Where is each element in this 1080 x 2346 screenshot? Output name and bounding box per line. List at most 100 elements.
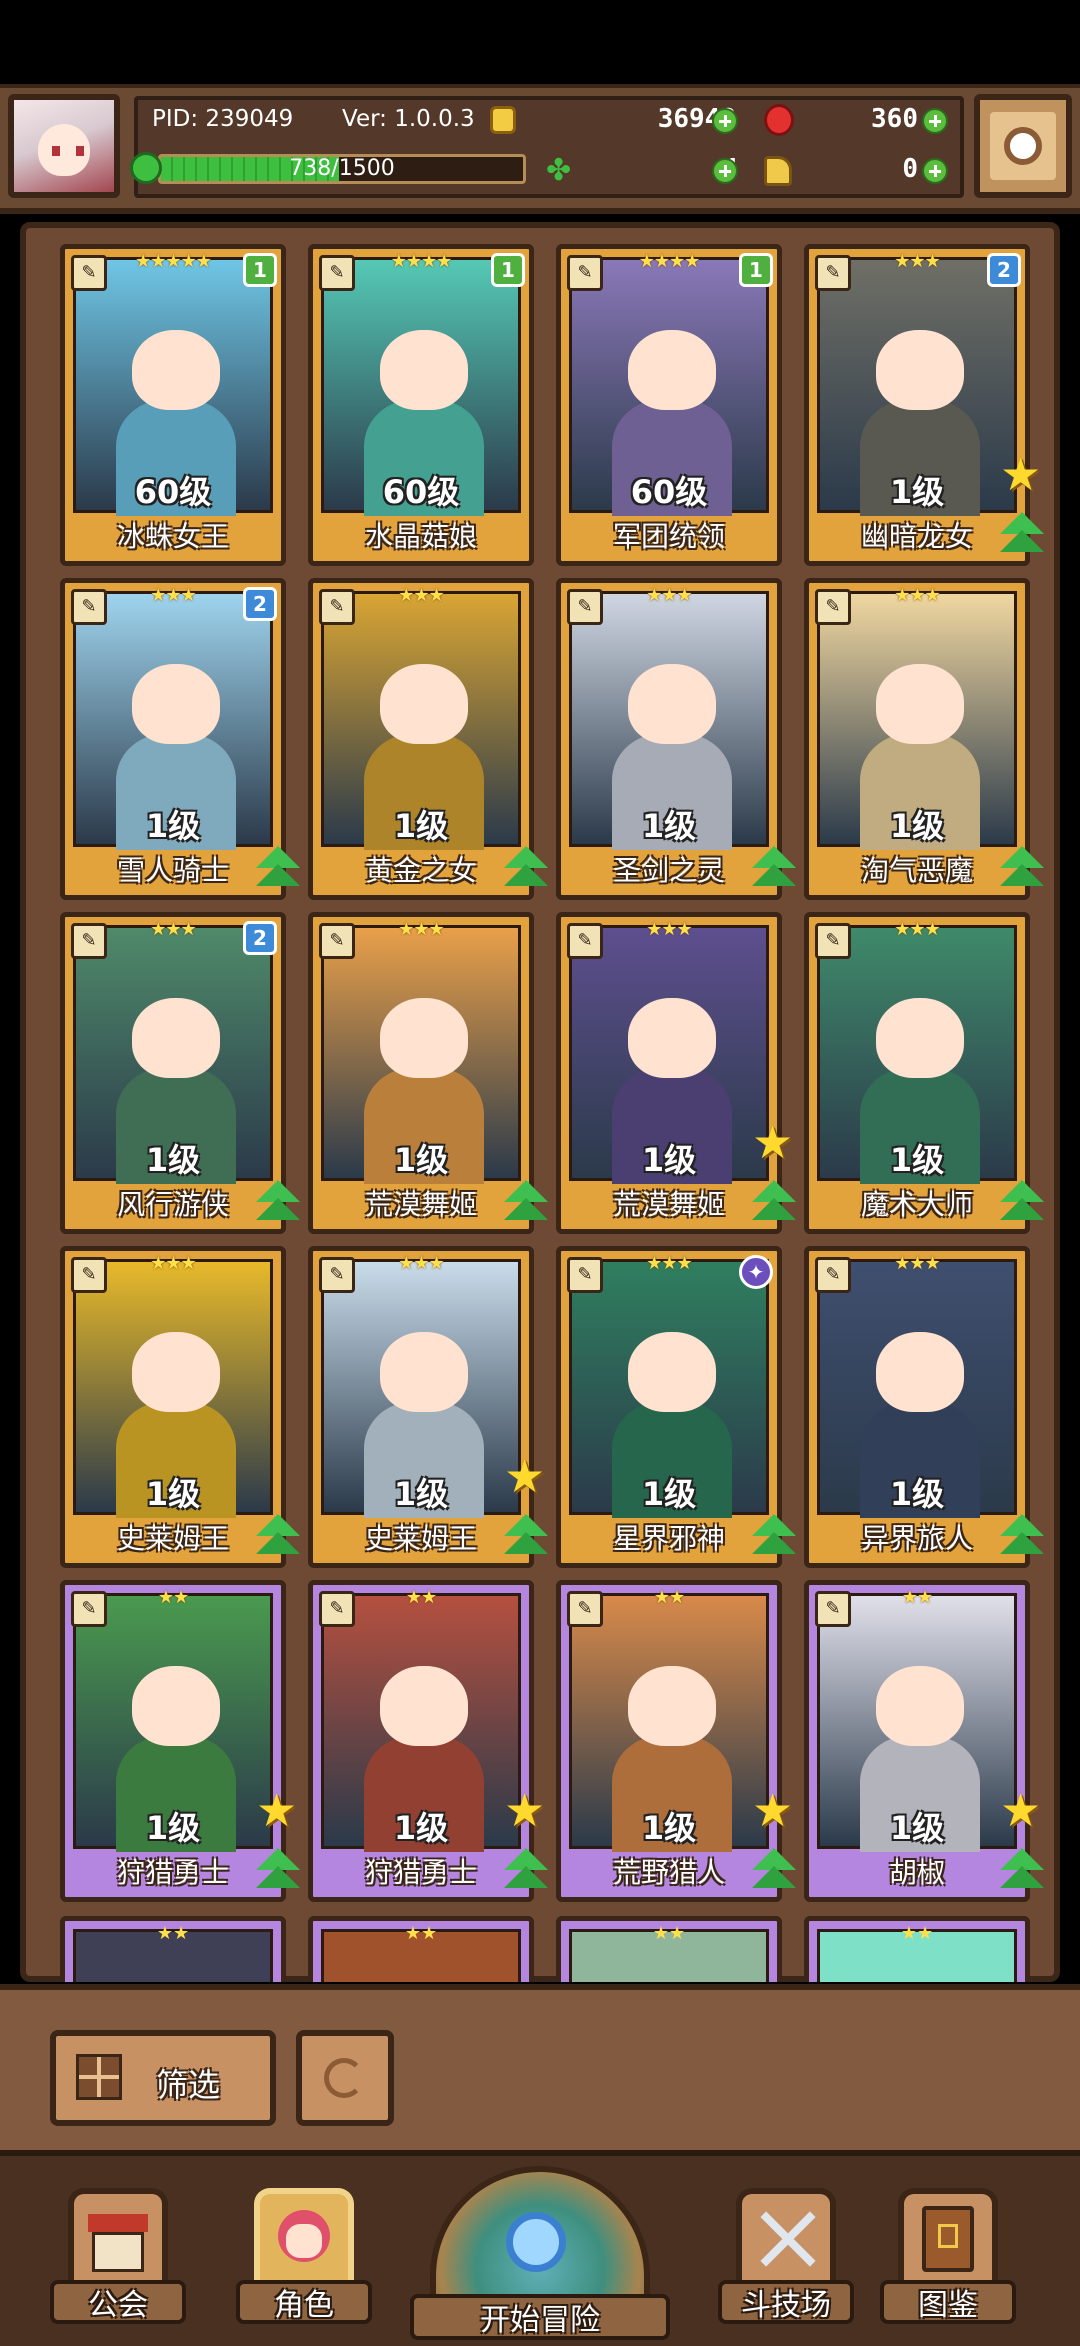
character-name: 黄金之女 (364, 854, 477, 887)
character-card[interactable]: ✎ ★★★ 2 1级 幽暗龙女 (804, 244, 1030, 566)
rarity-stars: ★★★ (398, 1253, 444, 1274)
awakening-badge: 1 (491, 253, 525, 287)
rarity-stars: ★★★ (646, 585, 692, 606)
avatar-eye (52, 146, 60, 156)
filter-button[interactable]: 筛选 (50, 2030, 276, 2126)
tab-roles-label: 角色 (236, 2280, 372, 2324)
character-card[interactable]: ✎ ★★★ 1级 淘气恶魔 (804, 578, 1030, 900)
rarity-stars: ★★ (156, 1923, 190, 1944)
rarity-stars: ★★ (157, 1587, 189, 1608)
experience-icon (130, 152, 162, 184)
experience-text: 738/1500 (289, 156, 395, 181)
upgrade-arrow-icon (1000, 1514, 1044, 1558)
character-name: 水晶菇娘 (364, 520, 477, 553)
character-name: 狩猎勇士 (116, 1856, 229, 1889)
rarity-stars: ★★★ (894, 1253, 940, 1274)
character-name: 荒漠舞姬 (364, 1188, 477, 1221)
character-level: 1级 (889, 1141, 945, 1179)
tab-roles[interactable]: 角色 (236, 2188, 372, 2328)
tab-guild[interactable]: 公会 (50, 2188, 186, 2328)
star-up-icon: ★ (1000, 447, 1042, 501)
character-level: 1级 (641, 807, 697, 845)
upgrade-arrow-icon (256, 1180, 300, 1224)
rarity-stars: ★★★ (894, 585, 940, 606)
character-card[interactable]: ✎ ★★ 1级 荒野猎人 (556, 1580, 782, 1902)
character-card[interactable]: ★★ (60, 1916, 286, 1982)
character-card[interactable]: ✎ ★★★ 1级 黄金之女 (308, 578, 534, 900)
player-avatar[interactable] (8, 94, 120, 198)
character-card[interactable]: ✎ ★★★ 2 1级 风行游侠 (60, 912, 286, 1234)
character-card[interactable]: ★★ (804, 1916, 1030, 1982)
tab-guild-label: 公会 (50, 2280, 186, 2324)
character-card[interactable]: ✎ ★★★ 1级 史莱姆王 (60, 1246, 286, 1568)
upgrade-arrow-icon (504, 1848, 548, 1892)
character-card[interactable]: ★★ (556, 1916, 782, 1982)
character-name: 星界邪神 (612, 1522, 725, 1555)
character-card[interactable]: ✎ ★★ 1级 狩猎勇士 (60, 1580, 286, 1902)
star-up-icon: ★ (504, 1449, 546, 1503)
add-gem-button[interactable] (922, 108, 948, 134)
upgrade-arrow-icon (1000, 1180, 1044, 1224)
key-icon (764, 156, 792, 186)
book-icon (898, 2188, 998, 2288)
character-card[interactable]: ✎ ★★★ 1级 异界旅人 (804, 1246, 1030, 1568)
character-card[interactable]: ✎ ★★★ 1级 荒漠舞姬 (556, 912, 782, 1234)
avatar-eye (76, 146, 84, 156)
character-level: 1级 (889, 473, 945, 511)
tab-arena-label: 斗技场 (718, 2280, 854, 2324)
character-level: 1级 (393, 1141, 449, 1179)
character-name: 魔术大师 (860, 1188, 973, 1221)
character-card[interactable]: ✎ ★★★ 1级 魔术大师 (804, 912, 1030, 1234)
character-name: 淘气恶魔 (860, 854, 973, 887)
grid-icon (76, 2054, 122, 2100)
add-key-button[interactable] (922, 158, 948, 184)
rarity-stars: ★★★ (398, 919, 444, 940)
character-name: 雪人骑士 (116, 854, 229, 887)
awakening-badge: 1 (739, 253, 773, 287)
character-card[interactable]: ✎ ★★ 1级 胡椒 (804, 1580, 1030, 1902)
rarity-stars: ★★ (405, 1587, 437, 1608)
rarity-stars: ★★ (653, 1587, 685, 1608)
character-card[interactable]: ✎ ★★★★ 1 60级 军团统领 (556, 244, 782, 566)
character-card[interactable]: ★★ (308, 1916, 534, 1982)
awakening-badge: 2 (243, 587, 277, 621)
character-name: 狩猎勇士 (364, 1856, 477, 1889)
filter-label: 筛选 (156, 2066, 221, 2104)
star-up-icon: ★ (752, 1783, 794, 1837)
clover-icon: ✤ (546, 153, 572, 188)
upgrade-arrow-icon (256, 1848, 300, 1892)
rarity-stars: ★★ (404, 1923, 438, 1944)
add-gold-button[interactable] (712, 108, 738, 134)
character-name: 军团统领 (612, 520, 725, 553)
settings-button[interactable] (974, 94, 1072, 198)
character-grid-panel: ✎ ★★★★★ 1 60级 冰蛛女王 ✎ ★★★★ 1 60级 水晶菇娘 ✎ ★★★★ 1 60级 军团统领… (20, 222, 1060, 1982)
refresh-button[interactable] (296, 2030, 394, 2126)
character-level: 1级 (889, 1475, 945, 1513)
character-level: 1级 (889, 807, 945, 845)
character-level: 60级 (134, 473, 212, 511)
character-card[interactable]: ✎ ★★★ 1级 圣剑之灵 (556, 578, 782, 900)
character-card[interactable]: ✎ ★★★ 2 1级 雪人骑士 (60, 578, 286, 900)
awakening-badge: 2 (987, 253, 1021, 287)
gold-coin-icon (490, 106, 516, 134)
character-card[interactable]: ✎ ★★★ ✦ 1级 星界邪神 (556, 1246, 782, 1568)
character-level: 1级 (641, 1475, 697, 1513)
character-name: 幽暗龙女 (860, 520, 973, 553)
rarity-stars: ★★ (901, 1587, 933, 1608)
star-up-icon: ★ (504, 1783, 546, 1837)
start-adventure-button[interactable]: 开始冒险 (410, 2166, 670, 2340)
rarity-stars: ★★★ (894, 919, 940, 940)
character-card[interactable]: ✎ ★★★★ 1 60级 水晶菇娘 (308, 244, 534, 566)
character-card[interactable]: ✎ ★★★ 1级 史莱姆王 (308, 1246, 534, 1568)
rarity-stars: ★★ (900, 1923, 934, 1944)
character-card[interactable]: ✎ ★★★★★ 1 60级 冰蛛女王 (60, 244, 286, 566)
character-card[interactable]: ✎ ★★★ 1级 荒漠舞姬 (308, 912, 534, 1234)
character-card[interactable]: ✎ ★★ 1级 狩猎勇士 (308, 1580, 534, 1902)
character-name: 胡椒 (888, 1856, 945, 1889)
character-name: 圣剑之灵 (612, 854, 725, 887)
gem-amount: 360 (871, 104, 918, 134)
add-clover-button[interactable] (712, 158, 738, 184)
tab-codex[interactable]: 图鉴 (880, 2188, 1016, 2328)
tab-arena[interactable]: 斗技场 (718, 2188, 854, 2328)
refresh-icon (324, 2058, 364, 2098)
